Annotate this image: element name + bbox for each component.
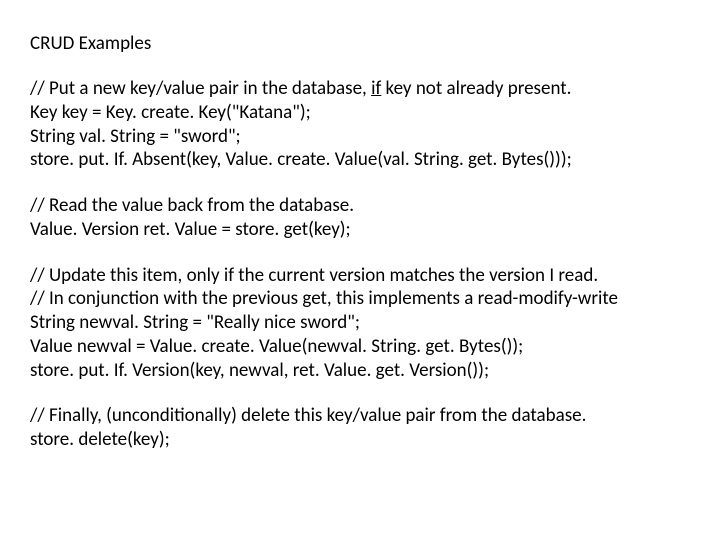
code-block-delete: // Finally, (unconditionally) delete thi… <box>30 404 690 452</box>
comment-line: // In conjunction with the previous get,… <box>30 287 690 311</box>
code-line: store. put. If. Absent(key, Value. creat… <box>30 148 690 172</box>
code-line: store. delete(key); <box>30 428 690 452</box>
code-line: store. put. If. Version(key, newval, ret… <box>30 359 690 383</box>
text-underline: if <box>371 77 381 100</box>
slide: CRUD Examples // Put a new key/value pai… <box>0 0 720 540</box>
code-block-put: // Put a new key/value pair in the datab… <box>30 77 690 172</box>
comment-line: // Put a new key/value pair in the datab… <box>30 77 690 101</box>
code-block-read: // Read the value back from the database… <box>30 194 690 242</box>
comment-line: // Update this item, only if the current… <box>30 264 690 288</box>
text: key not already present. <box>381 77 571 100</box>
code-line: Value. Version ret. Value = store. get(k… <box>30 218 690 242</box>
slide-title: CRUD Examples <box>30 32 690 55</box>
code-line: Key key = Key. create. Key("Katana"); <box>30 101 690 125</box>
comment-line: // Finally, (unconditionally) delete thi… <box>30 404 690 428</box>
code-block-update: // Update this item, only if the current… <box>30 264 690 383</box>
code-line: String newval. String = "Really nice swo… <box>30 311 690 335</box>
code-line: Value newval = Value. create. Value(newv… <box>30 335 690 359</box>
comment-line: // Read the value back from the database… <box>30 194 690 218</box>
code-line: String val. String = "sword"; <box>30 125 690 149</box>
text: // Put a new key/value pair in the datab… <box>30 77 371 100</box>
